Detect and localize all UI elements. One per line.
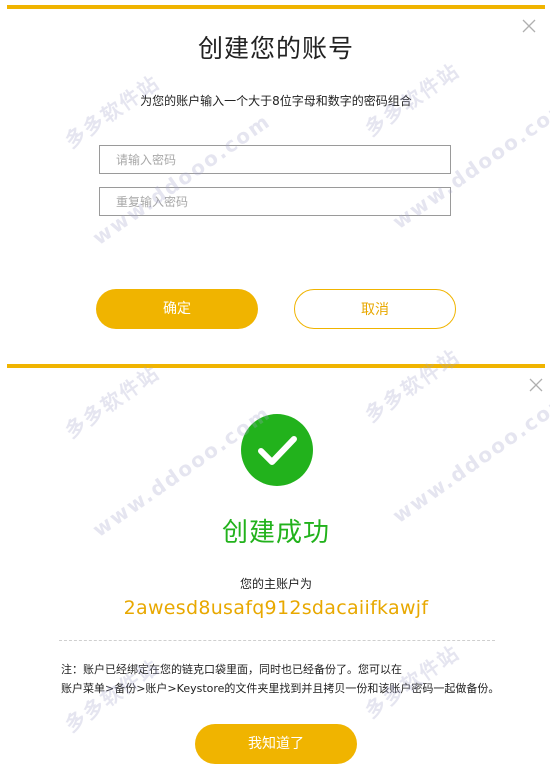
password-input[interactable] xyxy=(99,145,451,174)
note-line: 注：账户已经绑定在您的链克口袋里面，同时也已经备份了。您可以在 xyxy=(61,663,402,676)
confirm-password-input[interactable] xyxy=(99,187,451,216)
app-window: 创建您的账号 为您的账户输入一个大于8位字母和数字的密码组合 确定 取消 创建成… xyxy=(0,0,550,768)
dialog-separator xyxy=(0,353,550,364)
dashed-divider xyxy=(59,640,495,641)
confirm-button[interactable]: 确定 xyxy=(96,289,258,329)
success-title: 创建成功 xyxy=(221,518,330,548)
success-dialog: 创建成功 您的主账户为 2awesd8usafq912sdacaiifkawjf… xyxy=(7,364,545,768)
checkmark-circle-icon xyxy=(241,414,313,486)
account-label: 您的主账户为 xyxy=(239,577,312,591)
cancel-button[interactable]: 取消 xyxy=(294,289,456,329)
close-icon[interactable] xyxy=(529,378,543,392)
dialog-title: 创建您的账号 xyxy=(197,34,354,63)
password-hint: 为您的账户输入一个大于8位字母和数字的密码组合 xyxy=(140,94,412,108)
account-address: 2awesd8usafq912sdacaiifkawjf xyxy=(123,597,429,619)
got-it-button[interactable]: 我知道了 xyxy=(195,724,357,764)
note-line: 账户菜单>备份>账户>Keystore的文件夹里找到并且拷贝一份和该账户密码一起… xyxy=(61,682,500,695)
backup-note: 注：账户已经绑定在您的链克口袋里面，同时也已经备份了。您可以在 账户菜单>备份>… xyxy=(61,660,501,698)
create-account-dialog: 创建您的账号 为您的账户输入一个大于8位字母和数字的密码组合 确定 取消 xyxy=(7,5,545,353)
